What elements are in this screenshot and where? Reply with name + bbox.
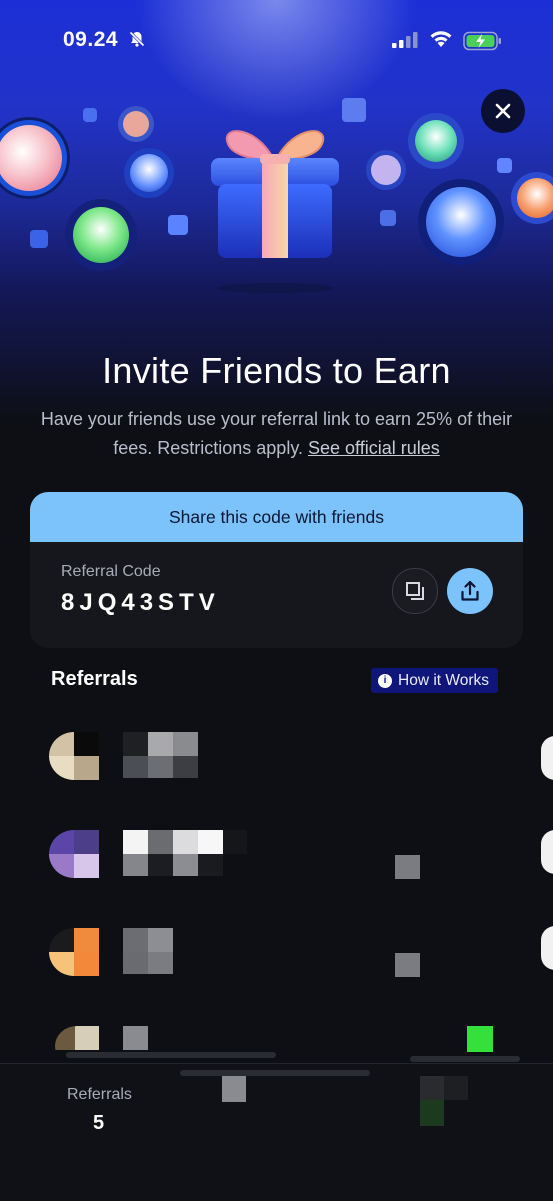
status-time: 09.24 (63, 28, 119, 51)
avatar-bubble-decoration (408, 113, 464, 169)
redacted-value (395, 855, 420, 879)
row-edge-indicator (541, 736, 553, 780)
redacted-scribble (180, 1070, 370, 1076)
avatar-bubble-decoration (65, 199, 137, 271)
gift-icon (200, 120, 350, 305)
referral-row[interactable] (0, 810, 553, 900)
close-icon (495, 103, 511, 119)
redacted-name (123, 1026, 148, 1050)
avatar (49, 732, 99, 780)
redacted-scribble (66, 1052, 276, 1058)
avatar-bubble-decoration (418, 179, 504, 265)
page-subtitle: Have your friends use your referral link… (40, 405, 513, 463)
share-button[interactable] (447, 568, 493, 614)
share-icon (461, 580, 479, 601)
avatar (49, 830, 99, 878)
row-edge-indicator (541, 926, 553, 970)
how-it-works-label: How it Works (398, 671, 490, 689)
referral-code-label: Referral Code (61, 563, 161, 580)
referral-row[interactable] (0, 712, 553, 802)
referrals-heading: Referrals (51, 668, 138, 690)
share-code-header: Share this code with friends (30, 492, 523, 542)
copy-code-button[interactable] (392, 568, 438, 614)
redacted-value (444, 1076, 468, 1100)
referral-code-card: Share this code with friends Referral Co… (30, 492, 523, 648)
referral-row[interactable] (0, 908, 553, 998)
wifi-icon (429, 29, 453, 54)
battery-charging-icon (463, 31, 503, 56)
redacted-value (222, 1076, 246, 1102)
bell-muted-icon (128, 30, 146, 53)
avatar-bubble-decoration (366, 150, 406, 190)
avatar (55, 1026, 99, 1066)
avatar (49, 928, 99, 976)
decor-tile (168, 215, 188, 235)
redacted-value (395, 953, 420, 977)
info-icon: i (378, 673, 392, 688)
referral-code-value[interactable]: 8JQ43STV (61, 589, 220, 617)
page-title: Invite Friends to Earn (102, 350, 451, 391)
avatar-bubble-decoration (118, 106, 154, 142)
decor-tile (30, 230, 48, 248)
row-edge-indicator (541, 830, 553, 874)
decor-tile (497, 158, 512, 173)
redacted-value (420, 1076, 444, 1100)
decor-tile (380, 210, 396, 226)
redacted-value (420, 1100, 444, 1126)
subtitle-text: Have your friends use your referral link… (40, 409, 513, 458)
avatar-bubble-decoration (124, 148, 174, 198)
referrals-count-value: 5 (93, 1112, 105, 1134)
decor-tile (83, 108, 97, 122)
decor-tile (342, 98, 366, 122)
how-it-works-button[interactable]: i How it Works (371, 668, 499, 693)
status-bar: 09.24 (0, 0, 553, 80)
bottom-summary-bar: Referrals 5 (0, 1052, 553, 1201)
official-rules-link[interactable]: See official rules (308, 438, 440, 458)
cellular-signal-icon (392, 32, 420, 53)
redacted-scribble (410, 1056, 520, 1062)
redacted-value (467, 1026, 493, 1052)
copy-icon (406, 582, 424, 600)
referrals-count-label: Referrals (67, 1086, 132, 1103)
close-button[interactable] (481, 89, 525, 133)
